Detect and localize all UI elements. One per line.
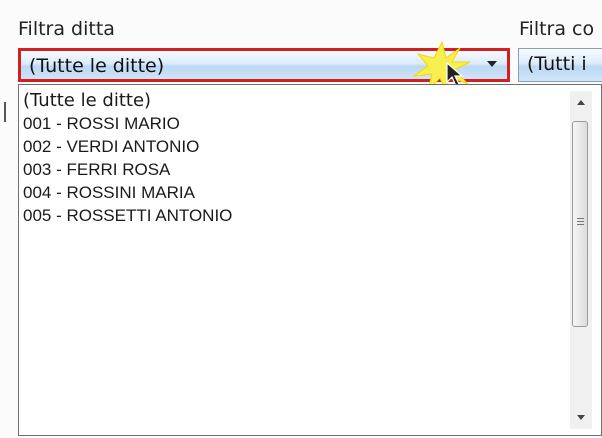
dropdown-option-002[interactable]: 002 - VERDI ANTONIO bbox=[23, 135, 232, 158]
filter-second-label: Filtra co bbox=[519, 18, 595, 40]
filter-second-selected-value: (Tutti i bbox=[527, 53, 587, 75]
dropdown-option-001[interactable]: 001 - ROSSI MARIO bbox=[23, 112, 232, 135]
scrollbar-thumb[interactable] bbox=[572, 121, 588, 327]
dropdown-option-all[interactable]: (Tutte le ditte) bbox=[23, 89, 232, 112]
panel-edge-marker bbox=[4, 102, 6, 122]
filter-second-combobox[interactable]: (Tutti i bbox=[518, 48, 602, 82]
filter-panel: Filtra ditta Filtra co (Tutte le ditte) … bbox=[0, 0, 602, 438]
filter-ditta-label: Filtra ditta bbox=[18, 18, 115, 40]
grip-icon bbox=[577, 218, 584, 227]
dropdown-option-003[interactable]: 003 - FERRI ROSA bbox=[23, 158, 232, 181]
scroll-up-arrow-icon[interactable] bbox=[570, 91, 592, 115]
filter-ditta-selected-value: (Tutte le ditte) bbox=[29, 55, 165, 77]
ditta-options-list: (Tutte le ditte) 001 - ROSSI MARIO 002 -… bbox=[23, 89, 232, 227]
dropdown-option-005[interactable]: 005 - ROSSETTI ANTONIO bbox=[23, 204, 232, 227]
dropdown-option-004[interactable]: 004 - ROSSINI MARIA bbox=[23, 181, 232, 204]
scroll-down-arrow-icon[interactable] bbox=[570, 405, 592, 429]
dropdown-scrollbar[interactable] bbox=[570, 91, 592, 429]
chevron-down-icon[interactable] bbox=[487, 61, 497, 67]
ditta-dropdown-list[interactable]: (Tutte le ditte) 001 - ROSSI MARIO 002 -… bbox=[18, 84, 602, 436]
